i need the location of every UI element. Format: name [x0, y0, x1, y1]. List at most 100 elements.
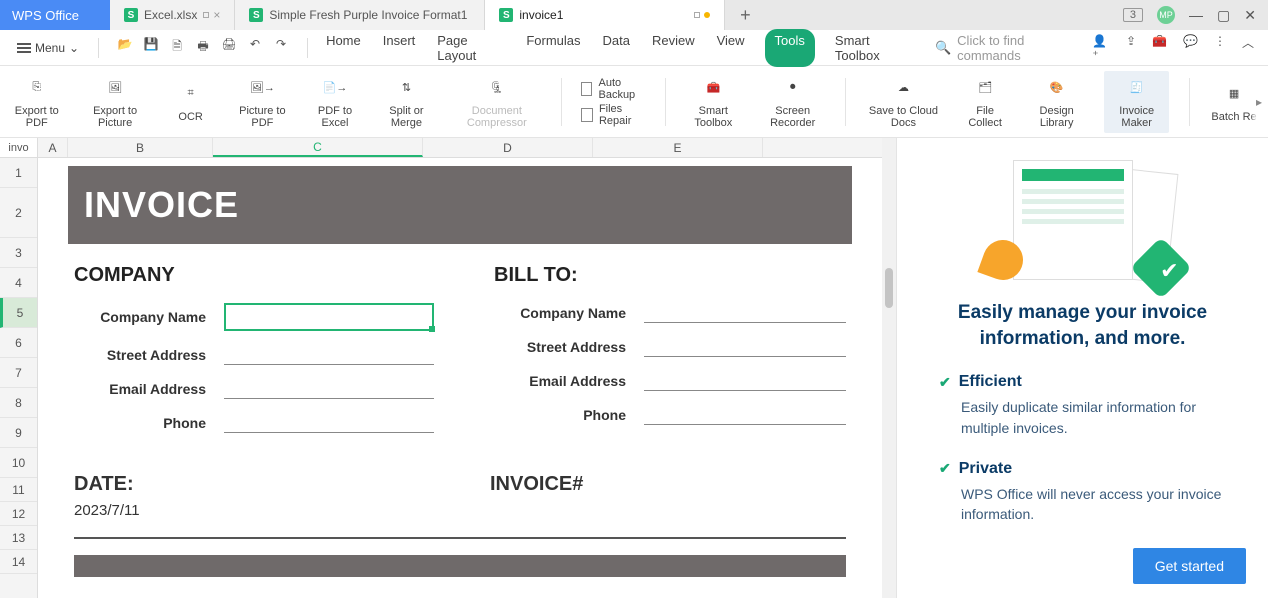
column-header[interactable]: C — [213, 138, 423, 157]
tool-export-picture[interactable]: 🖼 Export to Picture — [84, 75, 147, 129]
search-icon: 🔍 — [935, 40, 951, 56]
field-input-line[interactable] — [224, 413, 434, 433]
column-header[interactable]: D — [423, 138, 593, 157]
row-header[interactable]: 12 — [0, 502, 37, 526]
ribbon-tab-tools[interactable]: Tools — [765, 29, 815, 67]
collapse-ribbon-icon[interactable]: ︿ — [1242, 34, 1254, 62]
tool-save-cloud[interactable]: ☁ Save to Cloud Docs — [866, 75, 941, 129]
row-header[interactable]: 9 — [0, 418, 37, 448]
tool-split-merge[interactable]: ⇅ Split or Merge — [380, 75, 433, 129]
tool-label: Save to Cloud Docs — [866, 105, 941, 129]
tab-split-icon[interactable] — [203, 12, 209, 18]
spreadsheet-icon: S — [499, 8, 513, 22]
tool-picture-to-pdf[interactable]: 🖼→ Picture to PDF — [235, 75, 290, 129]
new-tab-button[interactable]: + — [725, 0, 765, 30]
command-search[interactable]: 🔍 Click to find commands — [935, 33, 1088, 63]
row-header[interactable]: 13 — [0, 526, 37, 550]
tool-smart-toolbox[interactable]: 🧰 Smart Toolbox — [686, 75, 740, 129]
print-preview-icon[interactable]: 🗎 — [169, 37, 185, 58]
tool-screen-recorder[interactable]: ⏺ Screen Recorder — [760, 75, 824, 129]
pdf-to-excel-icon: 📄→ — [322, 75, 348, 101]
print-direct-icon[interactable]: 🖨 — [221, 37, 237, 58]
compressor-icon: 🗜 — [484, 75, 510, 101]
feature-body: Easily duplicate similar information for… — [961, 397, 1246, 438]
feedback-icon[interactable]: 💬 — [1183, 34, 1198, 62]
ribbon-tab-review[interactable]: Review — [650, 29, 697, 67]
field-input-line[interactable] — [644, 337, 846, 357]
column-header[interactable]: B — [68, 138, 213, 157]
split-merge-icon: ⇅ — [393, 75, 419, 101]
field-input-line[interactable] — [224, 379, 434, 399]
ribbon-tab-home[interactable]: Home — [324, 29, 363, 67]
tool-export-pdf[interactable]: ⎘ Export to PDF — [10, 75, 64, 129]
row-header[interactable]: 5 — [0, 298, 37, 328]
row-header[interactable]: 4 — [0, 268, 37, 298]
tool-ocr[interactable]: ⌗ OCR — [167, 81, 215, 123]
ribbon-tab-smart-toolbox[interactable]: Smart Toolbox — [833, 29, 913, 67]
active-cell[interactable] — [224, 303, 434, 331]
column-header[interactable]: E — [593, 138, 763, 157]
vertical-scrollbar[interactable] — [882, 138, 896, 598]
maximize-icon[interactable]: ▢ — [1217, 7, 1230, 24]
open-icon[interactable]: 📂 — [117, 37, 133, 58]
row-header[interactable]: 14 — [0, 550, 37, 574]
tab-label: Excel.xlsx — [144, 8, 197, 22]
close-icon[interactable]: ✕ — [1244, 7, 1256, 24]
share-icon[interactable]: ⇪ — [1126, 34, 1136, 62]
field-input-line[interactable] — [644, 303, 846, 323]
window-count-badge[interactable]: 3 — [1123, 8, 1143, 22]
tool-files-repair[interactable]: Files Repair — [581, 103, 645, 127]
tool-label: Document Compressor — [453, 105, 541, 129]
worksheet-canvas[interactable]: INVOICE COMPANY Company Name Street Addr… — [38, 158, 882, 598]
field-label: Email Address — [74, 381, 224, 397]
print-icon[interactable]: 🖶 — [195, 37, 211, 58]
ribbon-tools: ⎘ Export to PDF 🖼 Export to Picture ⌗ OC… — [0, 66, 1268, 138]
invoice-icon: 🧾 — [1124, 75, 1150, 101]
row-header[interactable]: 6 — [0, 328, 37, 358]
field-input-line[interactable] — [224, 345, 434, 365]
tool-invoice-maker[interactable]: 🧾 Invoice Maker — [1104, 71, 1169, 133]
column-header[interactable]: A — [38, 138, 68, 157]
ribbon-tab-data[interactable]: Data — [601, 29, 632, 67]
row-header[interactable]: 1 — [0, 158, 37, 188]
tool-auto-backup[interactable]: Auto Backup — [581, 77, 645, 101]
save-icon[interactable]: 💾 — [143, 37, 159, 58]
row-header[interactable]: 7 — [0, 358, 37, 388]
ribbon-scroll-right[interactable]: ▸ — [1250, 66, 1268, 137]
redo-icon[interactable]: ↷ — [273, 37, 289, 58]
date-value[interactable]: 2023/7/11 — [74, 502, 430, 519]
undo-icon[interactable]: ↶ — [247, 37, 263, 58]
row-header[interactable]: 2 — [0, 188, 37, 238]
user-add-icon[interactable]: 👤⁺ — [1092, 34, 1110, 62]
menu-button[interactable]: Menu ⌄ — [8, 36, 88, 60]
ribbon-tab-page-layout[interactable]: Page Layout — [435, 29, 506, 67]
row-headers: invo 1234567891011121314 — [0, 138, 38, 598]
tool-label: Invoice Maker — [1110, 105, 1163, 129]
field-input-line[interactable] — [644, 371, 846, 391]
field-input-line[interactable] — [644, 405, 846, 425]
more-icon[interactable]: ⋮ — [1214, 34, 1226, 62]
toolbox-icon[interactable]: 🧰 — [1152, 34, 1167, 62]
document-tab[interactable]: S Simple Fresh Purple Invoice Format1 — [235, 0, 485, 30]
tool-label: Screen Recorder — [760, 105, 824, 129]
row-header[interactable]: 8 — [0, 388, 37, 418]
document-tab-active[interactable]: S invoice1 — [485, 0, 725, 30]
ribbon-tab-view[interactable]: View — [715, 29, 747, 67]
tool-file-collect[interactable]: 🗂 File Collect — [961, 75, 1009, 129]
document-tab[interactable]: S Excel.xlsx × — [110, 0, 235, 30]
tab-close-icon[interactable]: × — [213, 8, 220, 22]
minimize-icon[interactable]: — — [1189, 7, 1203, 23]
name-box[interactable]: invo — [0, 138, 37, 158]
tab-split-icon[interactable] — [694, 12, 700, 18]
row-header[interactable]: 10 — [0, 448, 37, 478]
tool-design-library[interactable]: 🎨 Design Library — [1029, 75, 1084, 129]
tool-pdf-to-excel[interactable]: 📄→ PDF to Excel — [310, 75, 360, 129]
row-header[interactable]: 3 — [0, 238, 37, 268]
ribbon-tab-formulas[interactable]: Formulas — [524, 29, 582, 67]
row-header[interactable]: 11 — [0, 478, 37, 502]
ribbon-tab-insert[interactable]: Insert — [381, 29, 418, 67]
tool-label: PDF to Excel — [310, 105, 360, 129]
get-started-button[interactable]: Get started — [1133, 548, 1246, 584]
field-label: Phone — [74, 415, 224, 431]
avatar[interactable]: MP — [1157, 6, 1175, 24]
